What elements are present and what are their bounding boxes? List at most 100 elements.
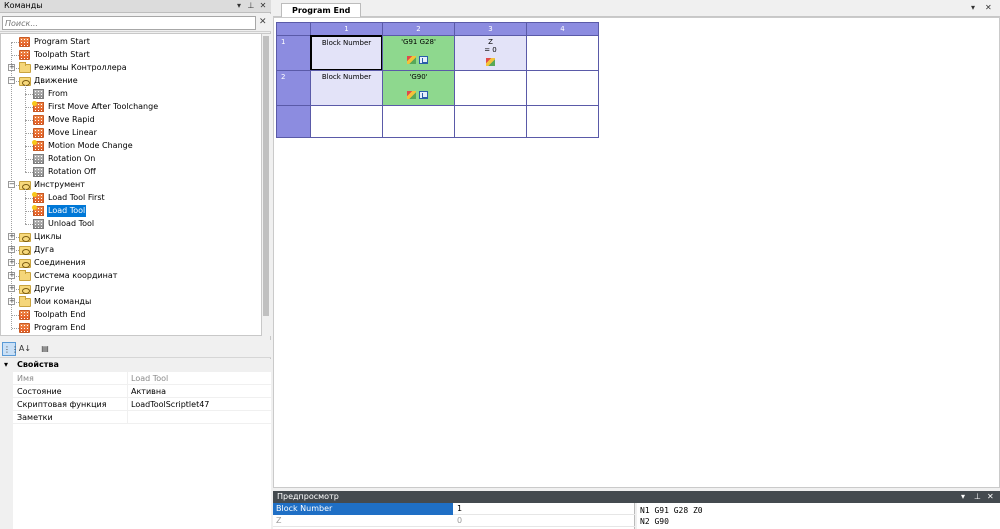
expand-icon[interactable]: + bbox=[8, 233, 15, 240]
grid-cell[interactable] bbox=[454, 105, 527, 138]
property-name: Скриптовая функция bbox=[0, 398, 128, 411]
tree-item-label: Program End bbox=[34, 323, 86, 332]
preview-value[interactable]: 1 bbox=[455, 503, 462, 515]
tree-item[interactable]: Unload Tool bbox=[1, 218, 261, 230]
output-icon[interactable] bbox=[407, 91, 416, 99]
expand-icon[interactable]: + bbox=[8, 64, 15, 71]
property-row[interactable]: Скриптовая функция LoadToolScriptlet47 bbox=[0, 398, 271, 411]
collapse-icon[interactable]: ▾ bbox=[4, 360, 8, 369]
tree-item[interactable]: Rotation On bbox=[1, 153, 261, 165]
grid-cell[interactable]: Block Number bbox=[310, 70, 383, 106]
column-header[interactable]: 4 bbox=[526, 22, 599, 36]
output-icon[interactable] bbox=[486, 58, 495, 66]
preview-row[interactable]: Block Number 1 bbox=[273, 503, 635, 515]
pin-icon[interactable]: ⊥ bbox=[246, 1, 256, 11]
grid-cell[interactable] bbox=[382, 105, 455, 138]
close-icon[interactable]: ✕ bbox=[258, 1, 268, 11]
grid-cell[interactable] bbox=[310, 105, 383, 138]
property-row[interactable]: Состояние Активна bbox=[0, 385, 271, 398]
tree-item[interactable]: Load Tool bbox=[1, 205, 261, 217]
edit-icon[interactable] bbox=[419, 56, 428, 64]
tree-item-label: Motion Mode Change bbox=[48, 141, 133, 150]
expand-icon[interactable]: + bbox=[8, 246, 15, 253]
tree-item[interactable]: Toolpath Start bbox=[1, 49, 261, 61]
tree-item[interactable]: − Инструмент bbox=[1, 179, 261, 191]
properties-grid: ▾ Свойства Имя Load Tool Состояние Активна С… bbox=[0, 359, 271, 529]
properties-toolbar: ⋮⋮ A↓ ▤ bbox=[0, 340, 271, 358]
tree-item[interactable]: + Мои команды bbox=[1, 296, 261, 308]
collapse-icon[interactable]: − bbox=[8, 77, 15, 84]
scrollbar-thumb[interactable] bbox=[263, 36, 269, 316]
tree-item[interactable]: Toolpath End bbox=[1, 309, 261, 321]
dropdown-icon[interactable]: ▾ bbox=[234, 1, 244, 11]
expand-icon[interactable]: + bbox=[8, 259, 15, 266]
grid-cell[interactable] bbox=[526, 70, 599, 106]
property-value[interactable]: LoadToolScriptlet47 bbox=[131, 398, 209, 411]
output-icon[interactable] bbox=[407, 56, 416, 64]
sort-az-icon[interactable]: A↓ bbox=[18, 342, 32, 356]
tree-item[interactable]: Move Rapid bbox=[1, 114, 261, 126]
expand-icon[interactable]: + bbox=[8, 298, 15, 305]
close-icon[interactable]: ✕ bbox=[987, 492, 994, 501]
tree-item[interactable]: From bbox=[1, 88, 261, 100]
edit-icon[interactable] bbox=[419, 91, 428, 99]
tree-item[interactable]: + Система координат bbox=[1, 270, 261, 282]
properties-category[interactable]: ▾ Свойства bbox=[0, 359, 271, 372]
tree-item[interactable]: Load Tool First bbox=[1, 192, 261, 204]
grid-cell[interactable] bbox=[526, 35, 599, 71]
expand-icon[interactable]: + bbox=[8, 285, 15, 292]
clear-search-icon[interactable]: ✕ bbox=[259, 17, 267, 27]
tab-list-icon[interactable]: ▾ bbox=[971, 3, 975, 12]
tree-item-label: Toolpath Start bbox=[34, 50, 90, 59]
tree-item[interactable]: Motion Mode Change bbox=[1, 140, 261, 152]
column-header[interactable]: 2 bbox=[382, 22, 455, 36]
tree-item[interactable]: First Move After Toolchange bbox=[1, 101, 261, 113]
tree-item-label: Program Start bbox=[34, 37, 90, 46]
property-value[interactable]: Load Tool bbox=[131, 372, 168, 385]
column-header[interactable]: 1 bbox=[310, 22, 383, 36]
red-block-icon bbox=[19, 310, 30, 320]
preview-row[interactable]: Z0 bbox=[273, 515, 635, 527]
tree-item[interactable]: − Движение bbox=[1, 75, 261, 87]
row-header[interactable]: 2 bbox=[276, 70, 311, 106]
tree-item[interactable]: + Режимы Контроллера bbox=[1, 62, 261, 74]
property-name: Имя bbox=[0, 372, 128, 385]
property-pages-icon[interactable]: ▤ bbox=[38, 342, 52, 356]
grid-cell[interactable]: Block Number bbox=[310, 35, 383, 71]
tree-item-label: Соединения bbox=[34, 258, 86, 267]
tree-connector bbox=[25, 107, 33, 108]
property-name: Состояние bbox=[0, 385, 128, 398]
dropdown-icon[interactable]: ▾ bbox=[961, 492, 965, 501]
grid-cell[interactable] bbox=[526, 105, 599, 138]
tree-item[interactable]: Program End bbox=[1, 322, 261, 334]
tree-item[interactable]: Rotation Off bbox=[1, 166, 261, 178]
tree-item[interactable]: + Дуга bbox=[1, 244, 261, 256]
categorized-icon[interactable]: ⋮⋮ bbox=[2, 342, 19, 356]
tree-item[interactable]: Program Start bbox=[1, 36, 261, 48]
grid-cell[interactable]: Z = 0 bbox=[454, 35, 527, 71]
tree-item[interactable]: Move Linear bbox=[1, 127, 261, 139]
tree-item-label: Move Rapid bbox=[48, 115, 95, 124]
grey-block-icon bbox=[33, 154, 44, 164]
column-header[interactable]: 3 bbox=[454, 22, 527, 36]
close-document-icon[interactable]: ✕ bbox=[985, 3, 992, 12]
expand-icon[interactable]: + bbox=[8, 272, 15, 279]
preview-value[interactable]: 0 bbox=[455, 515, 462, 527]
row-header[interactable]: 1 bbox=[276, 35, 311, 71]
row-header[interactable] bbox=[276, 105, 311, 138]
preview-title-bar: Предпросмотр ▾ ⊥ ✕ bbox=[273, 491, 1000, 503]
tree-scrollbar[interactable] bbox=[262, 33, 271, 336]
pin-icon[interactable]: ⊥ bbox=[974, 492, 981, 501]
tree-item[interactable]: + Циклы bbox=[1, 231, 261, 243]
tree-item[interactable]: + Другие bbox=[1, 283, 261, 295]
search-input[interactable] bbox=[2, 16, 256, 30]
grid-cell[interactable]: 'G90' bbox=[382, 70, 455, 106]
property-value[interactable]: Активна bbox=[131, 385, 166, 398]
collapse-icon[interactable]: − bbox=[8, 181, 15, 188]
grid-cell[interactable] bbox=[454, 70, 527, 106]
tab-program-end[interactable]: Program End bbox=[281, 3, 362, 17]
tree-item[interactable]: + Соединения bbox=[1, 257, 261, 269]
property-row[interactable]: Заметки bbox=[0, 411, 271, 424]
grid-cell[interactable]: 'G91 G28' bbox=[382, 35, 455, 71]
property-row[interactable]: Имя Load Tool bbox=[0, 372, 271, 385]
